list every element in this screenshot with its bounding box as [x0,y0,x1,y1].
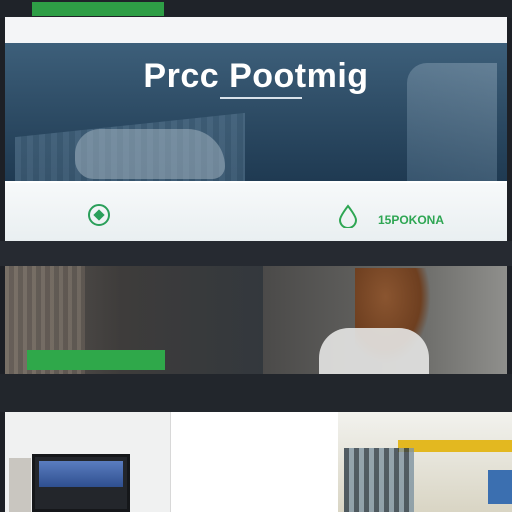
feature-band [5,181,507,241]
diamond-badge-icon [88,204,110,226]
machine-image [344,448,414,512]
side-stand [9,458,31,512]
section-divider [0,241,512,266]
hero-hand-image [75,129,225,179]
brand-tab[interactable] [32,2,164,16]
bottom-mid-panel [170,412,338,512]
nav-bar [5,17,507,43]
feature-brand: 15POKONA [378,213,445,227]
drop-icon [338,204,358,229]
hero-banner: Prcc Pootmig [5,43,507,181]
brand-strip [0,0,512,18]
monitor-image [32,454,130,512]
machine-beam [398,440,512,452]
bottom-divider [0,374,512,412]
card-right [263,266,507,374]
bottom-left-image [5,412,170,512]
monitor-screen [39,461,123,487]
card-left [5,266,263,374]
hero-divider [220,97,302,99]
card-right-photo-coat [319,328,429,374]
bottom-right-image [338,412,512,512]
card-left-cta-button[interactable] [27,350,165,370]
hero-title: Prcc Pootmig [143,57,369,95]
machine-blue-part [488,470,512,504]
